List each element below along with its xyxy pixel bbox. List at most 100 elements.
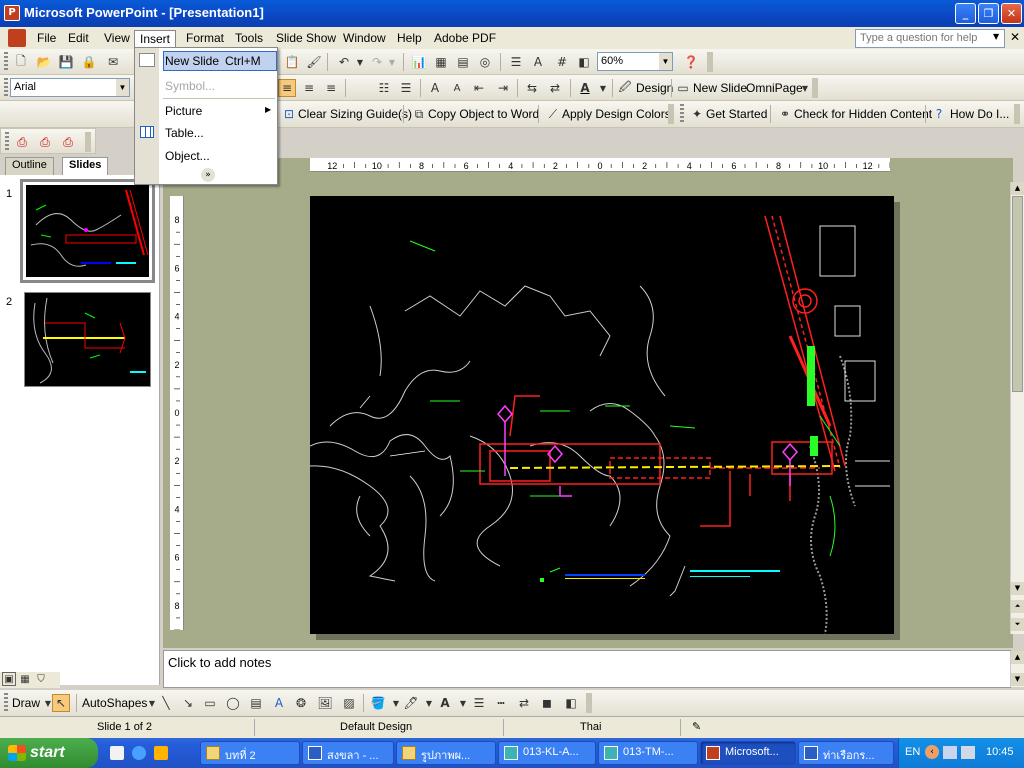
font-color-dropdown-icon[interactable]: ▼ [594, 79, 612, 97]
shadow-icon[interactable]: ◼ [538, 694, 556, 712]
check-hidden-content-button[interactable]: Check for Hidden Content [794, 107, 932, 121]
diagram-icon[interactable]: ❂ [292, 694, 310, 712]
menu-help[interactable]: Help [392, 30, 427, 47]
design-button[interactable]: Design [636, 81, 673, 95]
task-powerpoint[interactable]: Microsoft... [700, 741, 796, 765]
task-cad-kl[interactable]: 013-KL-A... [498, 741, 596, 765]
decrease-font-icon[interactable]: A [448, 79, 466, 97]
scroll-up-icon[interactable]: ▲ [1011, 182, 1024, 195]
zoom-select[interactable]: 60% ▼ [597, 52, 673, 71]
design-icon[interactable]: 🖉 [616, 79, 634, 97]
tab-outline[interactable]: Outline [5, 157, 54, 175]
menu-new-slide[interactable]: New Slide [165, 54, 219, 68]
pdf-review-icon[interactable]: ⎙ [59, 133, 77, 151]
slide-thumbnail-selected[interactable] [20, 179, 155, 283]
horizontal-ruler[interactable]: 12 10 8 6 4 2 0 2 4 6 8 10 12 [310, 158, 902, 172]
next-slide-icon[interactable]: ⏷ [1011, 618, 1024, 631]
menu-window[interactable]: Window [338, 30, 391, 47]
omnipage-button[interactable]: OmniPage [746, 81, 803, 95]
close-button[interactable]: ✕ [1001, 3, 1022, 24]
diagram-icon[interactable]: ◎ [476, 53, 494, 71]
chevron-down-icon[interactable]: ▼ [659, 53, 672, 70]
dash-style-icon[interactable]: ┅ [492, 694, 510, 712]
help-icon[interactable]: ❓ [682, 53, 700, 71]
show-desktop-icon[interactable] [110, 746, 124, 760]
font-color-icon[interactable]: A [436, 694, 454, 712]
menu-view[interactable]: View [99, 30, 135, 47]
language-bar[interactable]: EN [905, 746, 920, 758]
get-started-button[interactable]: Get Started [706, 107, 767, 121]
notes-scrollbar[interactable]: ▲ ▼ [1010, 651, 1024, 687]
numbering-icon[interactable]: ☷ [375, 79, 393, 97]
minimize-button[interactable]: _ [955, 3, 976, 24]
tab-slides[interactable]: Slides [62, 157, 109, 175]
undo-dropdown-icon[interactable]: ▼ [351, 53, 369, 71]
clear-sizing-guides-button[interactable]: Clear Sizing Guide(s) [298, 107, 412, 121]
email-icon[interactable]: ✉ [104, 53, 122, 71]
document-icon[interactable] [8, 29, 26, 47]
help-search-input[interactable]: Type a question for help [855, 29, 1005, 48]
menu-tools[interactable]: Tools [230, 30, 268, 47]
menu-symbol[interactable]: Symbol... [165, 79, 215, 93]
menu-adobe-pdf[interactable]: Adobe PDF [429, 30, 501, 47]
new-icon[interactable]: 🗋 [12, 53, 30, 71]
get-started-icon[interactable]: ✦ [688, 105, 706, 123]
open-icon[interactable]: 📂 [35, 53, 53, 71]
draw-menu-button[interactable]: Draw [12, 696, 40, 710]
how-do-i-button[interactable]: How Do I... [950, 107, 1009, 121]
slide-2-preview[interactable] [24, 292, 151, 387]
line-icon[interactable]: ╲ [157, 694, 175, 712]
ie-icon[interactable] [132, 746, 146, 760]
help-dropdown-icon[interactable]: ▼ [993, 32, 999, 41]
save-icon[interactable]: 💾 [57, 53, 75, 71]
slide-show-icon[interactable]: ⛉ [34, 672, 48, 686]
line-color-icon[interactable]: 🖊 [402, 694, 420, 712]
task-folder-pictures[interactable]: รูปภาพผ... [396, 741, 496, 765]
show-formatting-icon[interactable]: A [529, 53, 547, 71]
oval-icon[interactable]: ◯ [224, 694, 242, 712]
menu-picture[interactable]: Picture [165, 104, 202, 118]
new-slide-button[interactable]: New Slide [693, 81, 747, 95]
indent-icon[interactable]: ⇆ [523, 79, 541, 97]
normal-view-icon[interactable]: ▣ [2, 672, 16, 686]
menu-object[interactable]: Object... [165, 149, 210, 163]
chevron-down-icon[interactable]: ▼ [116, 79, 129, 96]
textbox-icon[interactable]: ▤ [247, 694, 265, 712]
chart-icon[interactable]: 📊 [410, 53, 428, 71]
promote-icon[interactable]: ⇤ [470, 79, 488, 97]
menu-edit[interactable]: Edit [63, 30, 94, 47]
picture-icon[interactable]: ▨ [340, 694, 358, 712]
powerpoint-icon[interactable]: P [4, 5, 20, 21]
menu-format[interactable]: Format [181, 30, 229, 47]
launcher-icon[interactable] [154, 746, 168, 760]
expand-all-icon[interactable]: ☰ [507, 53, 525, 71]
slide-canvas[interactable] [309, 196, 894, 635]
previous-slide-icon[interactable]: ⏶ [1011, 600, 1024, 613]
task-word-port[interactable]: ท่าเรือกร... [798, 741, 894, 765]
select-objects-icon[interactable]: ↖ [52, 694, 70, 712]
brush-icon[interactable]: ⟋ [544, 105, 562, 123]
vertical-ruler[interactable]: 8 6 4 2 0 2 4 6 8 [170, 196, 184, 643]
autoshapes-button[interactable]: AutoShapes [82, 696, 147, 710]
expand-menu-icon[interactable]: » [201, 168, 215, 182]
scroll-down-icon[interactable]: ▼ [1011, 582, 1024, 595]
cad-drawing[interactable] [309, 196, 894, 635]
font-color-icon[interactable]: A [576, 79, 594, 97]
tray-expand-icon[interactable]: ‹ [925, 745, 939, 759]
task-cad-tm[interactable]: 013-TM-... [598, 741, 698, 765]
increase-font-icon[interactable]: A [426, 79, 444, 97]
menu-table[interactable]: Table... [165, 126, 204, 140]
arrow-icon[interactable]: ↘ [179, 694, 197, 712]
restore-button[interactable]: ❐ [978, 3, 999, 24]
convert-pdf-icon[interactable]: ⎙ [13, 133, 31, 151]
align-center-icon[interactable]: ≡ [300, 79, 318, 97]
apply-design-colors-button[interactable]: Apply Design Colors [562, 107, 671, 121]
copy-icon[interactable]: ⧉ [410, 105, 428, 123]
arrow-style-icon[interactable]: ⇄ [515, 694, 533, 712]
slide-sorter-icon[interactable]: ▦ [18, 672, 32, 686]
3d-icon[interactable]: ◧ [562, 694, 580, 712]
task-folder-chapter2[interactable]: บทที่ 2 [200, 741, 300, 765]
sizing-guide-icon[interactable]: ⊡ [280, 105, 298, 123]
fill-color-icon[interactable]: 🪣 [369, 694, 387, 712]
outdent-icon[interactable]: ⇄ [546, 79, 564, 97]
